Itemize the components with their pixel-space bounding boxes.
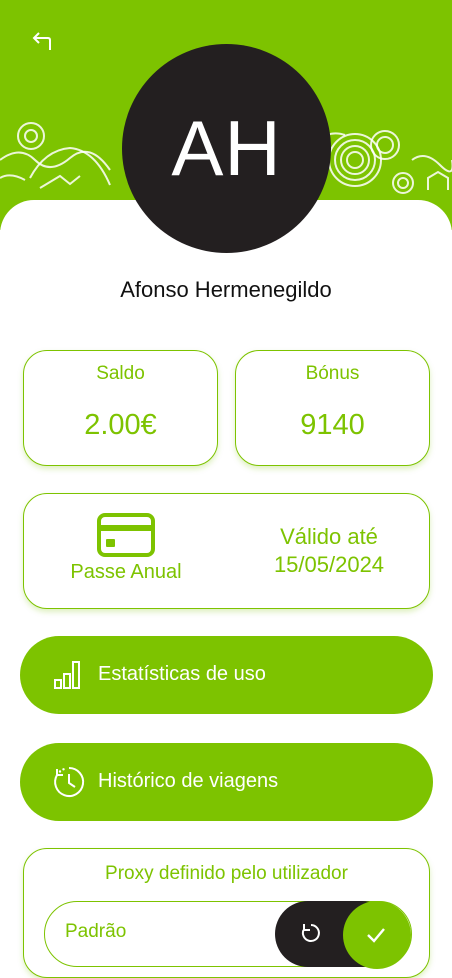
balance-value: 2.00€: [84, 409, 157, 441]
valid-until-date: 15/05/2024: [273, 552, 385, 577]
pass-card: Passe Anual Válido até 15/05/2024: [23, 493, 430, 609]
refresh-icon: [301, 924, 320, 942]
bonus-card: Bónus 9140: [235, 350, 430, 466]
proxy-input[interactable]: [63, 920, 267, 944]
bonus-label: Bónus: [305, 363, 360, 384]
confirm-proxy-button[interactable]: [343, 901, 411, 969]
proxy-card: Proxy definido pelo utilizador: [23, 848, 430, 978]
user-name: Afonso Hermenegildo: [120, 277, 332, 302]
back-arrow-icon: [32, 32, 51, 50]
credit-card-icon: [97, 513, 155, 557]
back-button[interactable]: [26, 26, 56, 56]
valid-until-label: Válido até: [280, 524, 378, 549]
avatar-initials: AH: [171, 104, 282, 192]
trip-history-button[interactable]: Histórico de viagens: [20, 743, 433, 821]
avatar: AH: [122, 44, 331, 253]
clock-history-icon: [54, 766, 85, 797]
usage-stats-label: Estatísticas de uso: [98, 663, 266, 685]
trip-history-label: Histórico de viagens: [98, 770, 279, 792]
usage-stats-button[interactable]: Estatísticas de uso: [20, 636, 433, 714]
bar-chart-icon: [54, 661, 80, 689]
proxy-title: Proxy definido pelo utilizador: [105, 863, 348, 884]
check-icon: [367, 928, 385, 943]
balance-label: Saldo: [96, 363, 145, 384]
bonus-value: 9140: [300, 409, 365, 441]
balance-card: Saldo 2.00€: [23, 350, 218, 466]
proxy-input-group: [44, 901, 412, 969]
pass-name: Passe Anual: [70, 561, 182, 583]
